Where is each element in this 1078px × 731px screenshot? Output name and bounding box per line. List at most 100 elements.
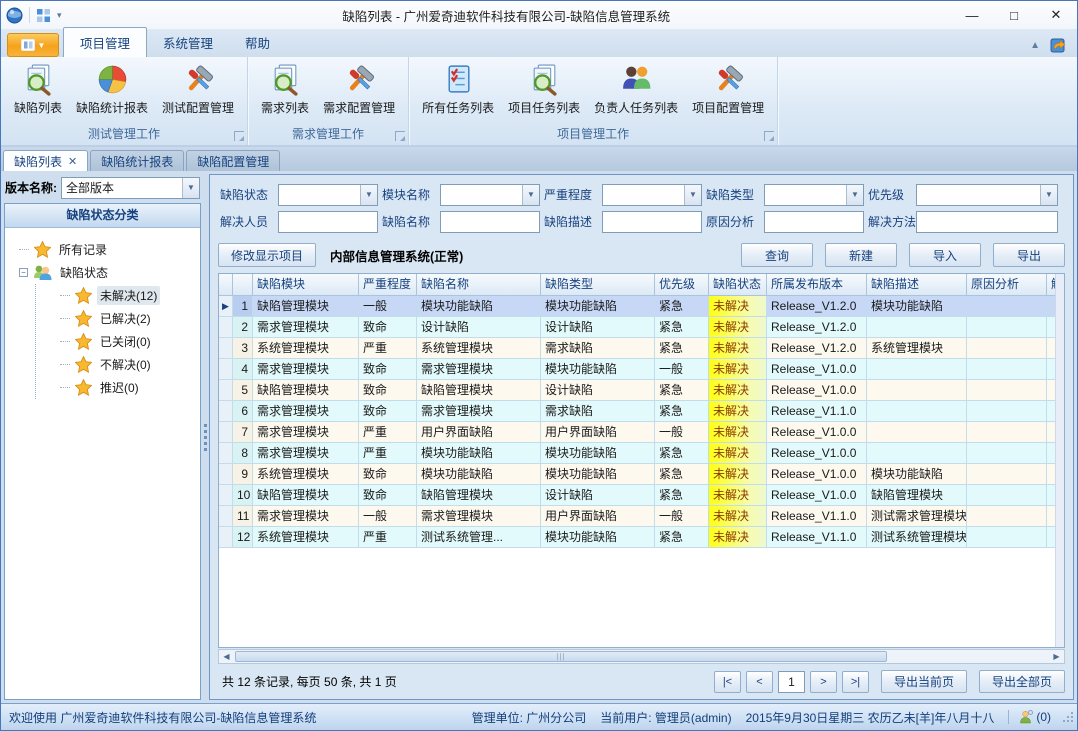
cell[interactable]: 设计缺陷 xyxy=(541,317,655,338)
cell[interactable]: 缺陷管理模块 xyxy=(867,485,967,506)
cell[interactable] xyxy=(967,380,1047,401)
cell[interactable]: 测试系统管理... xyxy=(417,527,541,548)
table-row[interactable]: 4需求管理模块致命需求管理模块模块功能缺陷一般未解决Release_V1.0.0 xyxy=(219,359,1064,380)
cell[interactable]: 未解决 xyxy=(709,422,767,443)
cell[interactable]: 需求管理模块 xyxy=(417,359,541,380)
prev-page-button[interactable]: < xyxy=(746,671,773,693)
cell[interactable]: Release_V1.1.0 xyxy=(767,506,867,527)
tree-item-resolved[interactable]: 已解决(2) xyxy=(60,307,196,330)
cell[interactable]: 设计缺陷 xyxy=(417,317,541,338)
row-number[interactable]: 12 xyxy=(233,527,253,548)
cell[interactable] xyxy=(967,443,1047,464)
cell[interactable]: 系统管理模块 xyxy=(253,527,359,548)
cell[interactable]: 需求管理模块 xyxy=(253,506,359,527)
ribbon-tab-project[interactable]: 项目管理 xyxy=(63,27,147,57)
cell[interactable] xyxy=(867,422,967,443)
column-header[interactable]: 优先级 xyxy=(655,274,709,296)
about-icon[interactable] xyxy=(1050,37,1067,53)
cell[interactable]: 致命 xyxy=(359,401,417,422)
tree-item-wontfix[interactable]: 不解决(0) xyxy=(60,353,196,376)
cell[interactable]: 系统管理模块 xyxy=(253,464,359,485)
ribbon-tab-help[interactable]: 帮助 xyxy=(229,28,286,57)
cell[interactable]: Release_V1.2.0 xyxy=(767,317,867,338)
defect-desc-input[interactable] xyxy=(602,211,702,233)
row-selector[interactable] xyxy=(219,359,233,380)
cell[interactable]: 系统管理模块 xyxy=(417,338,541,359)
cell[interactable] xyxy=(867,380,967,401)
cell[interactable]: 模块功能缺陷 xyxy=(541,296,655,317)
scrollbar-thumb[interactable]: ||| xyxy=(235,651,887,662)
severity-select[interactable]: ▼ xyxy=(602,184,702,206)
column-header[interactable]: 所属发布版本 xyxy=(767,274,867,296)
chevron-down-icon[interactable]: ▼ xyxy=(182,178,199,198)
row-selector[interactable] xyxy=(219,338,233,359)
cell[interactable]: 模块功能缺陷 xyxy=(417,296,541,317)
cell[interactable]: Release_V1.0.0 xyxy=(767,359,867,380)
tab-defect-list[interactable]: 缺陷列表 ✕ xyxy=(3,150,88,171)
row-number[interactable]: 9 xyxy=(233,464,253,485)
cell[interactable]: 一般 xyxy=(655,506,709,527)
defect-status-select[interactable]: ▼ xyxy=(278,184,378,206)
cell[interactable]: 缺陷管理模块 xyxy=(417,485,541,506)
cell[interactable] xyxy=(867,317,967,338)
cell[interactable]: 缺陷管理模块 xyxy=(253,485,359,506)
row-number[interactable]: 10 xyxy=(233,485,253,506)
cell[interactable]: 一般 xyxy=(359,506,417,527)
row-number[interactable]: 11 xyxy=(233,506,253,527)
cause-analysis-input[interactable] xyxy=(764,211,864,233)
cell[interactable]: 致命 xyxy=(359,464,417,485)
collapse-ribbon-icon[interactable]: ▲ xyxy=(1030,40,1040,51)
table-row[interactable]: 5缺陷管理模块致命缺陷管理模块设计缺陷紧急未解决Release_V1.0.0 xyxy=(219,380,1064,401)
chevron-down-icon[interactable]: ▼ xyxy=(684,185,701,205)
cell[interactable]: 模块功能缺陷 xyxy=(541,443,655,464)
cell[interactable] xyxy=(967,422,1047,443)
close-tab-icon[interactable]: ✕ xyxy=(68,155,77,168)
cell[interactable]: 系统管理模块 xyxy=(867,338,967,359)
priority-select[interactable]: ▼ xyxy=(916,184,1058,206)
resize-grip[interactable] xyxy=(1061,710,1075,724)
cell[interactable]: 致命 xyxy=(359,317,417,338)
row-number[interactable]: 3 xyxy=(233,338,253,359)
cell[interactable] xyxy=(967,359,1047,380)
tree-item-defect-status[interactable]: − 缺陷状态 xyxy=(19,261,196,284)
cell[interactable]: 需求管理模块 xyxy=(253,401,359,422)
cell[interactable]: Release_V1.0.0 xyxy=(767,380,867,401)
cell[interactable]: 一般 xyxy=(655,422,709,443)
cell[interactable]: Release_V1.0.0 xyxy=(767,485,867,506)
cell[interactable]: 用户界面缺陷 xyxy=(417,422,541,443)
column-header[interactable]: 严重程度 xyxy=(359,274,417,296)
cell[interactable]: 缺陷管理模块 xyxy=(253,380,359,401)
new-button[interactable]: 新建 xyxy=(825,243,897,267)
horizontal-scrollbar[interactable]: ◀ ||| ▶ xyxy=(218,649,1065,664)
cell[interactable] xyxy=(867,401,967,422)
row-selector[interactable] xyxy=(219,422,233,443)
cell[interactable]: 一般 xyxy=(655,359,709,380)
cell[interactable]: 致命 xyxy=(359,485,417,506)
all-tasks-button[interactable]: 所有任务列表 xyxy=(415,60,501,119)
table-row[interactable]: 3系统管理模块严重系统管理模块需求缺陷紧急未解决Release_V1.2.0系统… xyxy=(219,338,1064,359)
cell[interactable]: 模块功能缺陷 xyxy=(541,464,655,485)
tree-item-closed[interactable]: 已关闭(0) xyxy=(60,330,196,353)
cell[interactable]: 需求管理模块 xyxy=(253,422,359,443)
cell[interactable]: 未解决 xyxy=(709,296,767,317)
cell[interactable]: 严重 xyxy=(359,443,417,464)
quick-access-grid-icon[interactable] xyxy=(36,8,51,23)
table-row[interactable]: 7需求管理模块严重用户界面缺陷用户界面缺陷一般未解决Release_V1.0.0 xyxy=(219,422,1064,443)
column-header[interactable]: 缺陷类型 xyxy=(541,274,655,296)
app-menu-button[interactable]: ▼ xyxy=(7,33,59,57)
cell[interactable]: Release_V1.0.0 xyxy=(767,464,867,485)
row-selector[interactable] xyxy=(219,380,233,401)
cell[interactable]: 未解决 xyxy=(709,443,767,464)
tree-item-postponed[interactable]: 推迟(0) xyxy=(60,376,196,399)
chevron-down-icon[interactable]: ▼ xyxy=(1040,185,1057,205)
cell[interactable]: 紧急 xyxy=(655,401,709,422)
export-button[interactable]: 导出 xyxy=(993,243,1065,267)
export-current-page-button[interactable]: 导出当前页 xyxy=(881,670,967,693)
table-row[interactable]: 11需求管理模块一般需求管理模块用户界面缺陷一般未解决Release_V1.1.… xyxy=(219,506,1064,527)
cell[interactable]: Release_V1.0.0 xyxy=(767,422,867,443)
cell[interactable]: 未解决 xyxy=(709,401,767,422)
page-number-input[interactable]: 1 xyxy=(778,671,805,693)
defect-report-button[interactable]: 缺陷统计报表 xyxy=(69,60,155,119)
column-header[interactable]: 缺陷状态 xyxy=(709,274,767,296)
row-selector[interactable] xyxy=(219,506,233,527)
